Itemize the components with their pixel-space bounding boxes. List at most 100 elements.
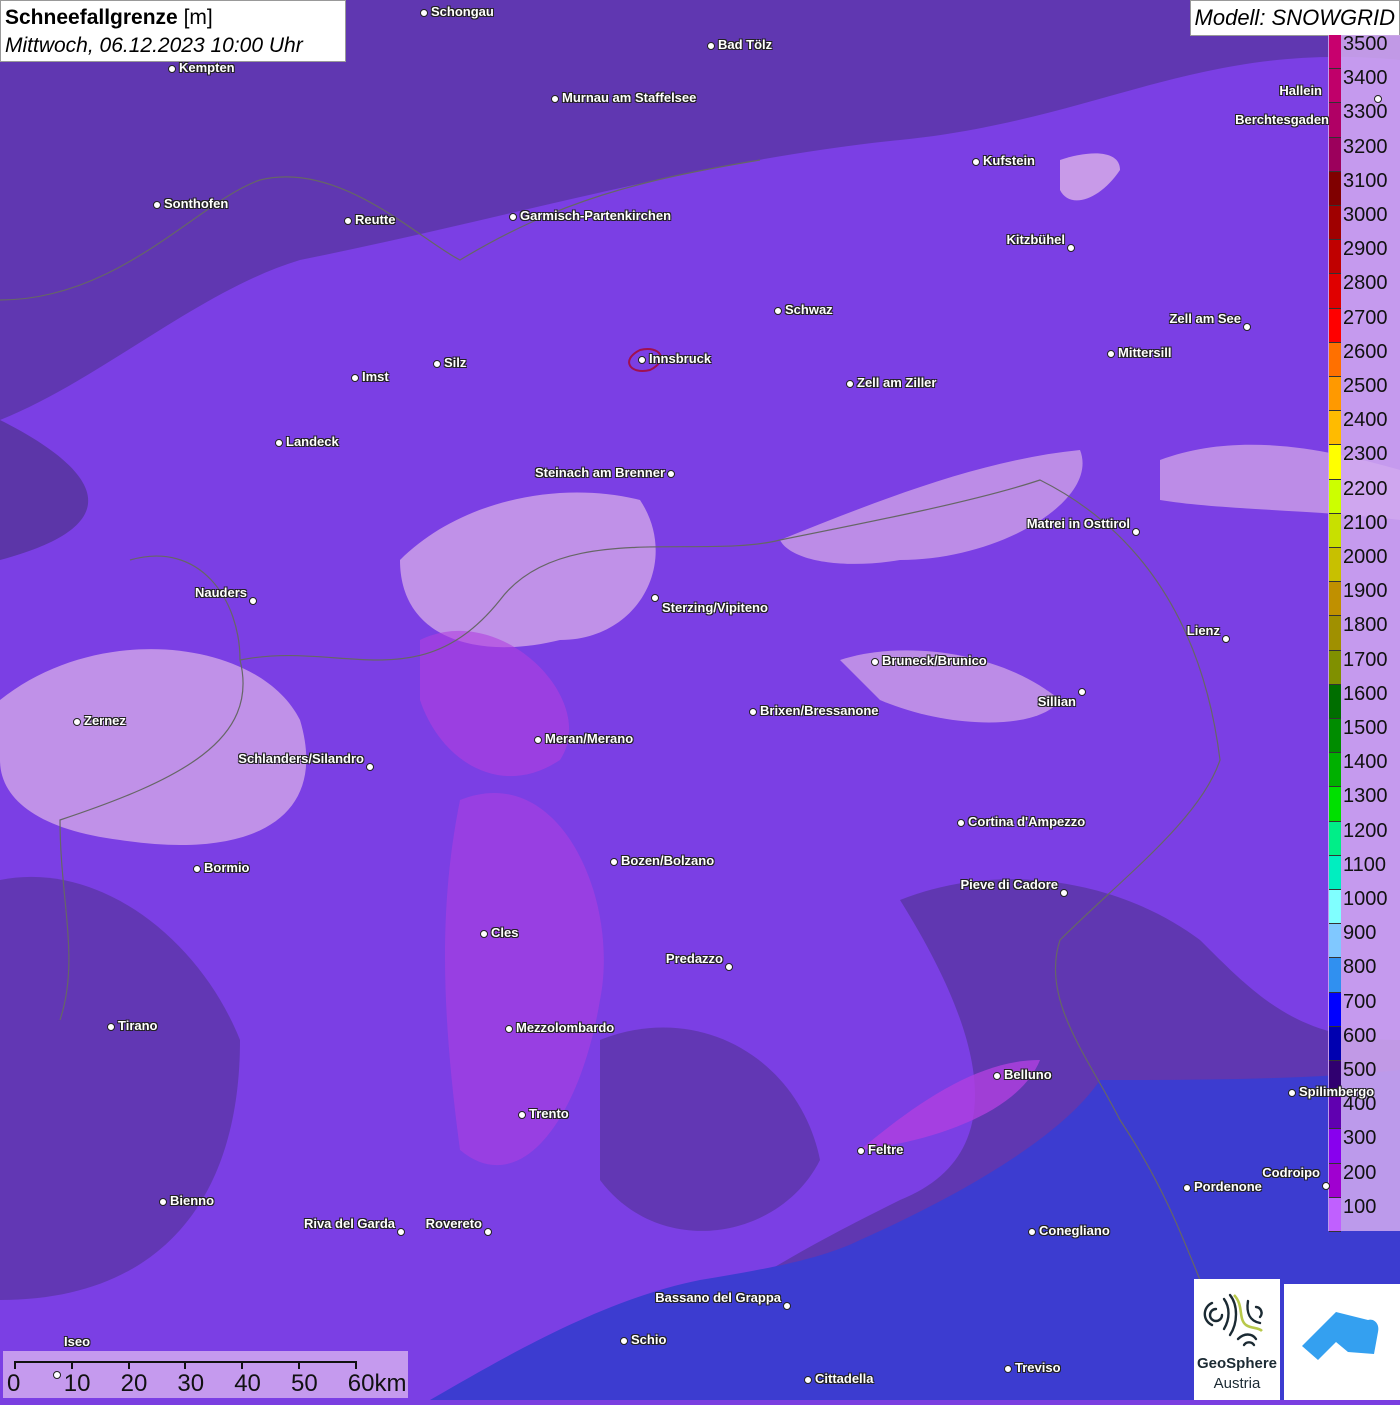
legend-swatch	[1329, 103, 1341, 138]
legend-label: 700	[1343, 990, 1377, 1013]
city-label: Meran/Merano	[545, 731, 634, 746]
legend-swatch	[1329, 1163, 1341, 1198]
scale-label: 40	[234, 1370, 261, 1397]
legend-label: 2200	[1343, 477, 1388, 500]
city-label: Belluno	[1004, 1067, 1052, 1082]
scale-label: 60km	[347, 1370, 407, 1397]
legend-swatch	[1329, 616, 1341, 651]
legend-swatch	[1329, 513, 1341, 548]
legend-swatch	[1329, 719, 1341, 754]
city-label: Lienz	[1186, 623, 1220, 638]
scale-tick	[298, 1361, 300, 1369]
legend-label: 2700	[1343, 306, 1388, 329]
city-label: Bassano del Grappa	[655, 1290, 781, 1305]
city-label: Silz	[444, 355, 467, 370]
legend-swatch	[1329, 753, 1341, 788]
legend-label: 500	[1343, 1059, 1377, 1081]
city-label: Cortina d'Ampezzo	[968, 814, 1086, 829]
geosphere-emblem-icon	[1203, 1293, 1263, 1347]
color-legend: 3500 3400 3300 3200 3100 3000 2900 2800 2700 2600…	[1328, 33, 1400, 1232]
city-label: Matrei in Osttirol	[1026, 516, 1130, 531]
city-label: Murnau am Staffelsee	[562, 90, 697, 105]
legend-label: 1500	[1343, 717, 1388, 739]
city-label: Schlanders/Silandro	[238, 751, 364, 766]
city-label: Brixen/Bressanone	[760, 703, 879, 718]
scale-bar: 0 10 20 30 40 50 60km	[3, 1351, 408, 1398]
legend-label: 3200	[1343, 135, 1388, 158]
city-label: Zell am Ziller	[857, 375, 937, 390]
city-label: Rovereto	[425, 1216, 482, 1231]
legend-swatch	[1329, 445, 1341, 480]
legend-label: 1300	[1343, 785, 1388, 808]
city-label: Zernez	[84, 713, 126, 728]
legend-swatch	[1329, 684, 1341, 719]
city-label: Kempten	[179, 60, 235, 75]
geosphere-logo-line2: Austria	[1213, 1375, 1261, 1392]
legend-label: 2900	[1343, 238, 1388, 261]
city-label: Bad Tölz	[718, 37, 773, 52]
city-label: Hallein	[1279, 83, 1322, 98]
mountain-snow-icon	[1302, 1312, 1379, 1360]
city-label: Riva del Garda	[303, 1216, 395, 1231]
map-title: Schneefallgrenze	[5, 6, 178, 29]
legend-swatch	[1329, 958, 1341, 993]
city-label: Predazzo	[665, 951, 723, 966]
city-label: Sonthofen	[164, 196, 229, 211]
legend-label: 1800	[1343, 614, 1388, 637]
legend-label: 2100	[1343, 511, 1388, 534]
map-datetime: Mittwoch, 06.12.2023 10:00 Uhr	[5, 34, 303, 57]
scale-tick	[70, 1361, 73, 1369]
city-label: Reutte	[355, 212, 396, 227]
scale-label: 10	[63, 1370, 91, 1397]
scale-label: 30	[177, 1370, 205, 1397]
legend-label: 100	[1343, 1195, 1377, 1218]
legend-swatch	[1329, 206, 1341, 241]
legend-label: 2400	[1343, 409, 1388, 432]
city-label: Landeck	[286, 434, 339, 449]
city-label: Bormio	[204, 860, 250, 875]
city-label: Cittadella	[815, 1371, 874, 1386]
legend-label: 2800	[1343, 272, 1388, 295]
model-label: Modell: SNOWGRID	[1189, 0, 1400, 36]
legend-swatch	[1329, 582, 1341, 617]
legend-swatch	[1329, 992, 1341, 1027]
scale-tick	[127, 1361, 130, 1369]
legend-swatch	[1329, 924, 1341, 959]
city-label: Schio	[631, 1332, 667, 1347]
city-label: Cles	[491, 925, 519, 940]
legend-label: 1600	[1343, 682, 1388, 705]
city-label: Kitzbühel	[1006, 232, 1066, 247]
map-unit: [m]	[183, 6, 213, 29]
legend-swatch	[1329, 890, 1341, 925]
city-label: Bienno	[170, 1193, 215, 1208]
city-label: Imst	[362, 369, 389, 384]
legend-swatch	[1329, 411, 1341, 446]
legend-label: 1000	[1343, 888, 1388, 910]
legend-swatch	[1329, 787, 1341, 822]
city-label: Feltre	[868, 1142, 904, 1157]
scale-label: 0	[7, 1370, 21, 1397]
legend-swatch	[1329, 1197, 1341, 1232]
geosphere-austria-logo[interactable]: GeoSphere Austria	[1194, 1279, 1280, 1400]
legend-swatch	[1329, 171, 1341, 206]
snow-app-logo[interactable]	[1284, 1284, 1400, 1400]
city-label: Bruneck/Brunico	[882, 653, 987, 668]
city-label: Mezzolombardo	[516, 1020, 615, 1035]
city-label: Mittersill	[1118, 345, 1172, 360]
legend-label: 3500	[1343, 33, 1388, 55]
legend-swatch	[1329, 1095, 1341, 1130]
city-label: Garmisch-Partenkirchen	[520, 208, 672, 223]
legend-swatch	[1329, 821, 1341, 856]
legend-swatch	[1329, 308, 1341, 343]
city-label: Sterzing/Vipiteno	[662, 600, 768, 615]
legend-label: 1200	[1343, 819, 1388, 842]
city-label: Berchtesgaden	[1235, 112, 1329, 127]
legend-swatch	[1329, 1026, 1341, 1061]
scale-label: 50	[291, 1370, 318, 1397]
legend-swatch	[1329, 342, 1341, 377]
legend-label: 3100	[1343, 169, 1388, 192]
geosphere-logo-line1: GeoSphere	[1196, 1355, 1278, 1372]
legend-swatch	[1329, 69, 1341, 104]
legend-swatch	[1329, 1129, 1341, 1164]
legend-label: 2600	[1343, 340, 1388, 363]
